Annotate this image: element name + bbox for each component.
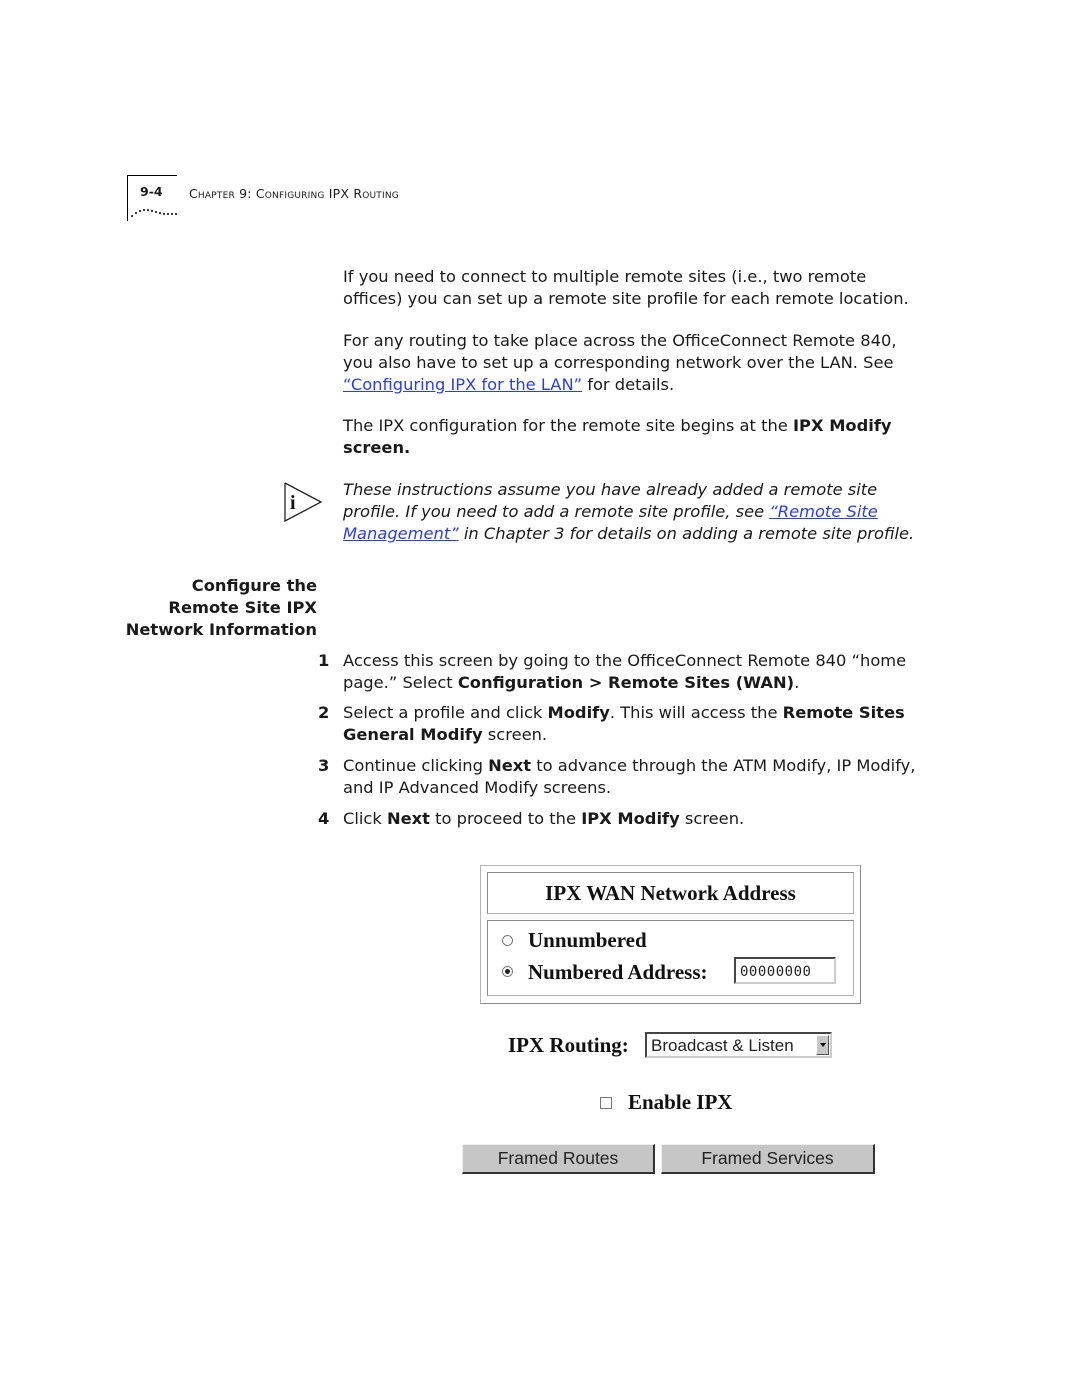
ipx-routing-select[interactable]: Broadcast & Listen bbox=[645, 1032, 832, 1058]
step-bold: Next bbox=[488, 756, 532, 775]
note-text-end: in Chapter 3 for details on adding a rem… bbox=[458, 524, 915, 543]
step-text-part: . bbox=[794, 673, 800, 692]
page-number: 9-4 bbox=[140, 184, 163, 199]
step-text-part: . This will access the bbox=[609, 703, 783, 722]
step-bold: Next bbox=[386, 809, 430, 828]
chapter-running-head: Chapter 9: Configuring IPX Routing bbox=[189, 186, 399, 201]
intro-paragraph-1: If you need to connect to multiple remot… bbox=[343, 267, 909, 308]
numbered-address-label: Numbered Address: bbox=[528, 960, 708, 984]
corner-horizontal-rule bbox=[127, 175, 177, 176]
enable-ipx-checkbox[interactable] bbox=[600, 1097, 612, 1109]
enable-ipx-label: Enable IPX bbox=[628, 1090, 733, 1114]
corner-vertical-rule bbox=[127, 175, 128, 221]
step-number: 2 bbox=[318, 703, 330, 722]
step-text: Click Next to proceed to the IPX Modify … bbox=[343, 808, 928, 830]
svg-text:i: i bbox=[290, 492, 296, 514]
note-paragraph: These instructions assume you have alrea… bbox=[343, 479, 928, 545]
step-number: 1 bbox=[318, 651, 330, 670]
dotted-curve-decoration bbox=[131, 209, 177, 217]
p2-text-end: for details. bbox=[582, 375, 675, 394]
intro-paragraph-3: The IPX configuration for the remote sit… bbox=[343, 415, 928, 459]
p2-text: For any routing to take place across the… bbox=[343, 331, 897, 372]
step-text-part: Select a profile and click bbox=[343, 703, 548, 722]
p3-text: The IPX configuration for the remote sit… bbox=[343, 416, 793, 435]
ipx-routing-label: IPX Routing: bbox=[508, 1033, 629, 1057]
heading-line-3: Network Information bbox=[125, 620, 317, 639]
step-number: 4 bbox=[318, 809, 330, 828]
step-text-part: Continue clicking bbox=[343, 756, 489, 775]
wan-address-title: IPX WAN Network Address bbox=[487, 872, 854, 914]
step-text-part: to proceed to the bbox=[429, 809, 582, 828]
step-number: 3 bbox=[318, 756, 330, 775]
info-icon: i bbox=[284, 482, 323, 523]
section-heading: Configure the Remote Site IPX Network In… bbox=[100, 575, 317, 641]
step-text-part: screen. bbox=[482, 725, 548, 744]
step-text-part: Click bbox=[343, 809, 387, 828]
step-bold: Configuration > Remote Sites (WAN) bbox=[457, 673, 795, 692]
step-text: Continue clicking Next to advance throug… bbox=[343, 755, 928, 799]
intro-paragraph-2: For any routing to take place across the… bbox=[343, 330, 928, 396]
step-bold: Modify bbox=[547, 703, 610, 722]
heading-line-1: Configure the bbox=[191, 576, 317, 595]
step-text-part: screen. bbox=[679, 809, 745, 828]
chevron-down-icon[interactable] bbox=[816, 1035, 829, 1055]
unnumbered-radio[interactable] bbox=[502, 935, 513, 946]
numbered-address-radio[interactable] bbox=[502, 966, 513, 977]
step-text: Select a profile and click Modify. This … bbox=[343, 702, 928, 746]
unnumbered-label: Unnumbered bbox=[528, 928, 647, 952]
network-address-input[interactable]: 00000000 bbox=[734, 957, 836, 984]
step-text: Access this screen by going to the Offic… bbox=[343, 650, 928, 694]
step-bold: IPX Modify bbox=[581, 809, 680, 828]
framed-services-button[interactable]: Framed Services bbox=[661, 1144, 875, 1174]
configuring-ipx-lan-link[interactable]: “Configuring IPX for the LAN” bbox=[343, 375, 582, 394]
ipx-routing-value: Broadcast & Listen bbox=[651, 1036, 794, 1055]
heading-line-2: Remote Site IPX bbox=[168, 598, 317, 617]
framed-routes-button[interactable]: Framed Routes bbox=[462, 1144, 655, 1174]
